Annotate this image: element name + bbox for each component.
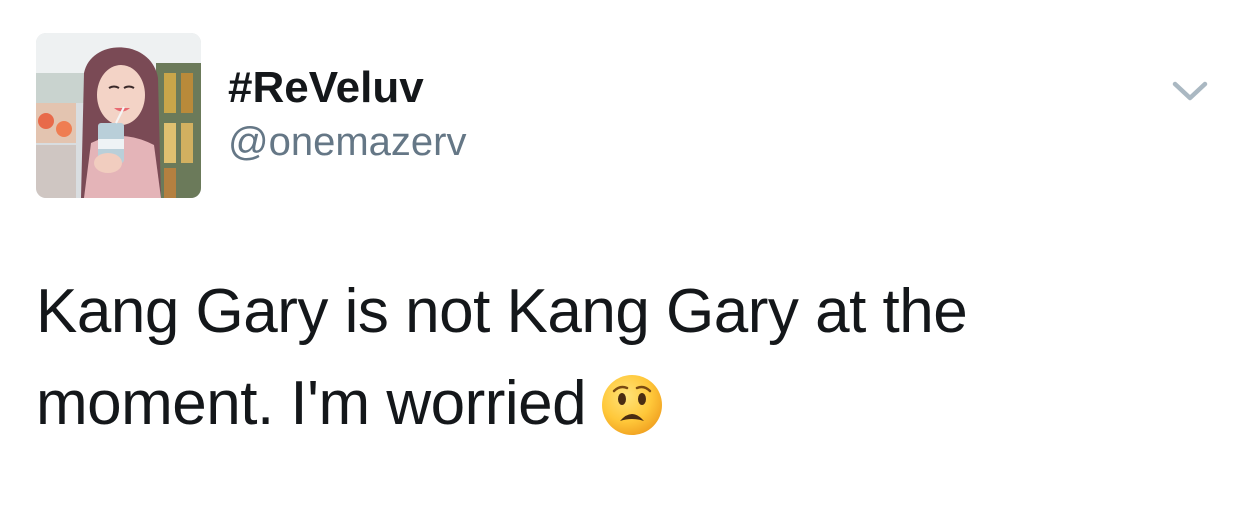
frowning-face-emoji-icon	[600, 371, 664, 435]
avatar-image	[36, 33, 201, 198]
chevron-down-glyph	[1172, 81, 1208, 101]
tweet-card: #ReVeluv @onemazerv Kang Gary is not Kan…	[0, 0, 1242, 516]
chevron-down-icon[interactable]	[1170, 76, 1210, 106]
tweet-text-line-1: Kang Gary is not Kang Gary at the	[36, 277, 968, 346]
tweet-text-line-2: moment. I'm worried	[36, 369, 587, 438]
display-name[interactable]: #ReVeluv	[228, 62, 424, 114]
tweet-text: Kang Gary is not Kang Gary at the moment…	[36, 266, 1206, 450]
tweet-text-line-2-wrapper: moment. I'm worried	[36, 358, 1206, 450]
avatar[interactable]	[36, 33, 201, 198]
user-handle[interactable]: @onemazerv	[228, 118, 466, 166]
